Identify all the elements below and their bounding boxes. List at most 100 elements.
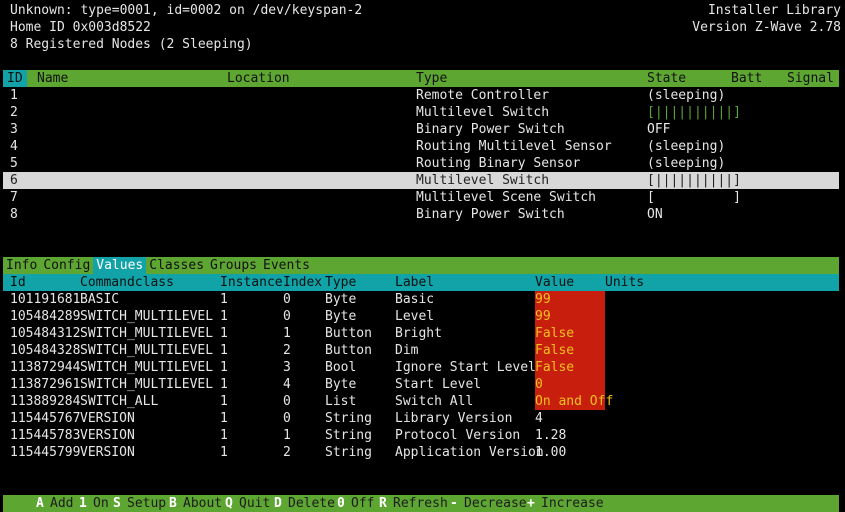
tab-groups[interactable]: Groups [207, 257, 260, 274]
value-id: 113872944 [10, 360, 81, 375]
value-value[interactable]: 0 [535, 376, 605, 393]
values-table-header: Id Commandclass Instance Index Type Labe… [3, 274, 839, 291]
col-commandclass[interactable]: Commandclass [80, 274, 174, 291]
key-setup[interactable]: S [113, 495, 121, 512]
value-label: Bright [395, 326, 442, 341]
value-id: 105484289 [10, 309, 81, 324]
value-index: 2 [283, 445, 291, 460]
key-increase[interactable]: + [527, 495, 535, 512]
value-row[interactable]: 105484328 SWITCH_MULTILEVEL 1 2 Button Dim Fal… [3, 342, 839, 359]
node-id: 6 [10, 173, 18, 188]
node-row[interactable]: 2 Multilevel Switch [||||||||||] [3, 104, 839, 121]
value-instance: 1 [220, 360, 228, 375]
key-label-delete[interactable]: Delete [288, 495, 335, 512]
value-row[interactable]: 115445799 VERSION 1 2 String Application Vers… [3, 444, 839, 461]
key-label-refresh[interactable]: Refresh [393, 495, 448, 512]
col-index[interactable]: Index [283, 274, 322, 291]
value-value[interactable]: False [535, 359, 605, 376]
key-label-on[interactable]: On [93, 495, 109, 512]
value-type: List [325, 394, 357, 409]
key-label-off[interactable]: Off [351, 495, 374, 512]
value-index: 3 [283, 360, 291, 375]
value-row[interactable]: 105484289 SWITCH_MULTILEVEL 1 0 Byte Level 99 [3, 308, 839, 325]
node-row[interactable]: 5 Routing Binary Sensor (sleeping) [3, 155, 839, 172]
col-units[interactable]: Units [605, 274, 644, 291]
value-row[interactable]: 113872944 SWITCH_MULTILEVEL 1 3 Bool Ignore S… [3, 359, 839, 376]
key-quit[interactable]: Q [225, 495, 233, 512]
value-label: Application Version [395, 445, 544, 460]
key-label-setup[interactable]: Setup [127, 495, 166, 512]
tab-events[interactable]: Events [260, 257, 313, 274]
key-label-decrease[interactable]: Decrease [464, 495, 527, 512]
node-row[interactable]: 3 Binary Power Switch OFF [3, 121, 839, 138]
node-state: [||||||||||] [647, 173, 741, 188]
value-value: 1.28 [535, 428, 567, 443]
col-batt[interactable]: Batt [731, 70, 762, 87]
node-state: [||||||||||] [647, 105, 741, 120]
value-instance: 1 [220, 377, 228, 392]
node-state: [ ] [647, 190, 741, 205]
node-type: Multilevel Scene Switch [416, 190, 597, 205]
node-row[interactable]: 6 Multilevel Switch [||||||||||] [3, 172, 839, 189]
col-type[interactable]: Type [416, 70, 447, 87]
value-row[interactable]: 115445767 VERSION 1 0 String Library Version 4 [3, 410, 839, 427]
col-id[interactable]: ID [3, 70, 27, 87]
value-value[interactable]: False [535, 325, 605, 342]
node-row[interactable]: 1 Remote Controller (sleeping) [3, 87, 839, 104]
value-value[interactable]: 99 [535, 308, 605, 325]
node-id: 3 [10, 122, 18, 137]
value-row[interactable]: 101191681 BASIC 1 0 Byte Basic 99 [3, 291, 839, 308]
node-state: (sleeping) [647, 156, 726, 171]
key-label-add[interactable]: Add [50, 495, 73, 512]
value-commandclass: VERSION [80, 445, 135, 460]
key-label-increase[interactable]: Increase [541, 495, 604, 512]
node-row[interactable]: 7 Multilevel Scene Switch [ ] [3, 189, 839, 206]
value-row[interactable]: 115445783 VERSION 1 1 String Protocol Version… [3, 427, 839, 444]
value-instance: 1 [220, 309, 228, 324]
key-refresh[interactable]: R [379, 495, 387, 512]
col-value-type[interactable]: Type [325, 274, 356, 291]
col-value[interactable]: Value [535, 274, 574, 291]
value-instance: 1 [220, 292, 228, 307]
value-value[interactable]: On and Off [535, 393, 613, 410]
value-label: Switch All [395, 394, 474, 409]
col-name[interactable]: Name [37, 70, 68, 87]
tab-values[interactable]: Values [93, 257, 147, 274]
value-value[interactable]: 99 [535, 291, 605, 308]
node-row[interactable]: 4 Routing Multilevel Sensor (sleeping) [3, 138, 839, 155]
key-on[interactable]: 1 [79, 495, 87, 512]
col-value-id[interactable]: Id [10, 274, 26, 291]
tab-info[interactable]: Info [3, 257, 40, 274]
value-type: Button [325, 343, 372, 358]
tab-classes[interactable]: Classes [146, 257, 207, 274]
key-add[interactable]: A [36, 495, 44, 512]
tab-config[interactable]: Config [40, 257, 93, 274]
value-type: Button [325, 326, 372, 341]
col-instance[interactable]: Instance [220, 274, 283, 291]
col-location[interactable]: Location [227, 70, 290, 87]
node-id: 7 [10, 190, 18, 205]
col-label[interactable]: Label [395, 274, 434, 291]
value-value[interactable]: False [535, 342, 605, 359]
node-type: Multilevel Switch [416, 173, 550, 188]
node-row[interactable]: 8 Binary Power Switch ON [3, 206, 839, 223]
col-signal[interactable]: Signal [787, 70, 834, 87]
value-index: 4 [283, 377, 291, 392]
value-row[interactable]: 105484312 SWITCH_MULTILEVEL 1 1 Button Bright… [3, 325, 839, 342]
value-row[interactable]: 113872961 SWITCH_MULTILEVEL 1 4 Byte Start Le… [3, 376, 839, 393]
key-off[interactable]: 0 [337, 495, 345, 512]
key-decrease[interactable]: - [450, 495, 458, 512]
col-state[interactable]: State [647, 70, 686, 87]
key-about[interactable]: B [169, 495, 177, 512]
key-delete[interactable]: D [274, 495, 282, 512]
value-index: 0 [283, 309, 291, 324]
key-label-quit[interactable]: Quit [239, 495, 270, 512]
value-id: 113889284 [10, 394, 81, 409]
value-index: 1 [283, 428, 291, 443]
key-label-about[interactable]: About [183, 495, 222, 512]
value-instance: 1 [220, 445, 228, 460]
value-row[interactable]: 113889284 SWITCH_ALL 1 0 List Switch All On an… [3, 393, 839, 410]
value-label: Ignore Start Level [395, 360, 536, 375]
value-commandclass: SWITCH_MULTILEVEL [80, 377, 214, 392]
value-type: String [325, 445, 372, 460]
